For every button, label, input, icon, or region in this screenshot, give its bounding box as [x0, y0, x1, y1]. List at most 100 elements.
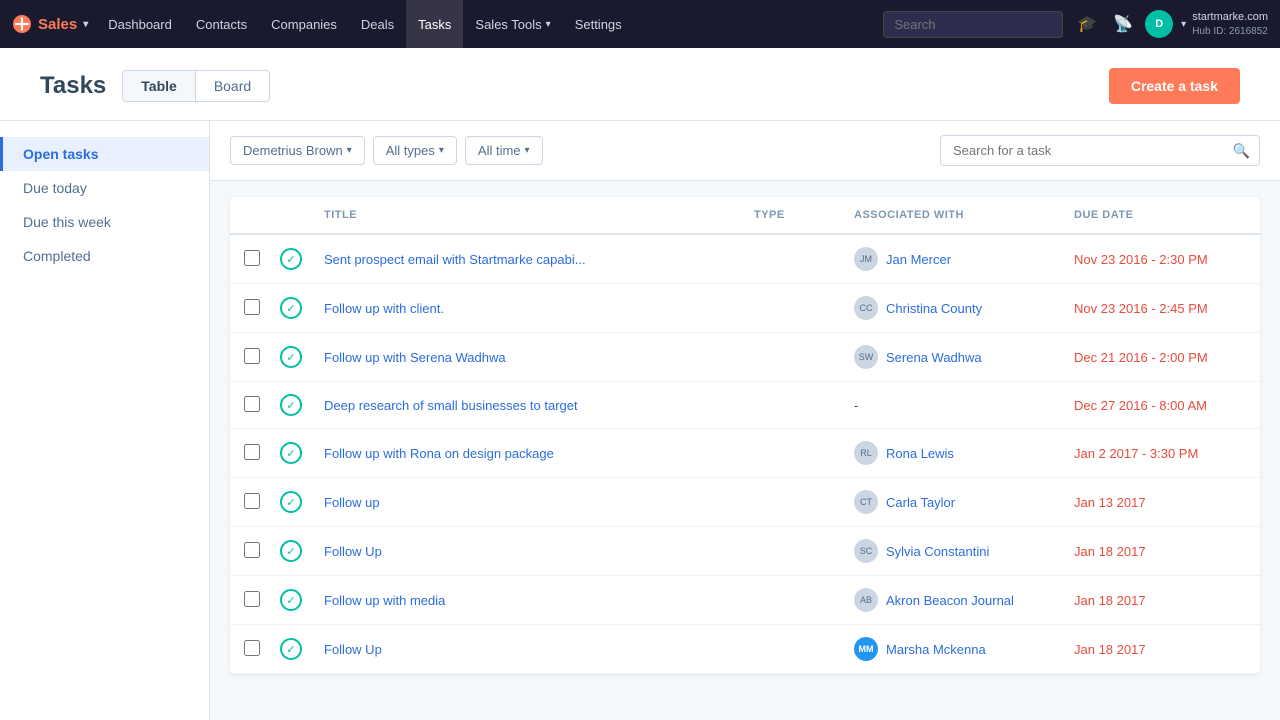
avatar: CC: [854, 296, 878, 320]
task-status-icon[interactable]: ✓: [280, 346, 302, 368]
sidebar: Open tasks Due today Due this week Compl…: [0, 121, 210, 720]
create-task-button[interactable]: Create a task: [1109, 68, 1240, 104]
task-title-link[interactable]: Follow up with media: [324, 593, 445, 608]
task-status-icon[interactable]: ✓: [280, 442, 302, 464]
sidebar-item-open-tasks[interactable]: Open tasks: [0, 137, 209, 171]
table-row: ✓ Follow up CT Carla Taylor Jan 13 2017: [230, 478, 1260, 527]
main-body: Open tasks Due today Due this week Compl…: [0, 121, 1280, 720]
sidebar-item-due-today[interactable]: Due today: [0, 171, 209, 205]
tab-board[interactable]: Board: [196, 71, 269, 101]
task-checkbox[interactable]: [244, 591, 260, 607]
task-checkbox[interactable]: [244, 444, 260, 460]
search-icon: 🔍: [1233, 142, 1250, 159]
nav-item-companies[interactable]: Companies: [259, 0, 349, 48]
profile-avatar-btn[interactable]: D: [1145, 10, 1173, 38]
filter-time-button[interactable]: All time ▾: [465, 136, 543, 165]
associated-name-link[interactable]: Sylvia Constantini: [886, 544, 989, 559]
task-status-icon[interactable]: ✓: [280, 248, 302, 270]
sales-tools-chevron-icon: ▾: [546, 19, 551, 30]
task-type: [740, 333, 840, 382]
associated-name-link[interactable]: Serena Wadhwa: [886, 350, 982, 365]
nav-item-sales-tools[interactable]: Sales Tools ▾: [463, 0, 562, 48]
avatar: AB: [854, 588, 878, 612]
task-type: [740, 382, 840, 429]
task-title-link[interactable]: Follow up: [324, 495, 380, 510]
associated-name-link[interactable]: Jan Mercer: [886, 252, 951, 267]
task-status-icon[interactable]: ✓: [280, 491, 302, 513]
associated-name-link[interactable]: Christina County: [886, 301, 982, 316]
nav-item-dashboard[interactable]: Dashboard: [96, 0, 184, 48]
hubspot-icon: [12, 14, 32, 34]
help-icon[interactable]: 🎓: [1073, 10, 1101, 38]
chevron-account-icon: ▾: [1181, 19, 1186, 30]
col-title: TITLE: [310, 197, 740, 234]
task-checkbox[interactable]: [244, 348, 260, 364]
task-status-icon[interactable]: ✓: [280, 638, 302, 660]
table-wrapper: TITLE TYPE ASSOCIATED WITH DUE DATE ✓Sen…: [210, 181, 1280, 720]
nav-item-settings[interactable]: Settings: [563, 0, 634, 48]
task-due-date: Jan 2 2017 - 3:30 PM: [1060, 429, 1260, 478]
task-checkbox[interactable]: [244, 493, 260, 509]
content-area: Demetrius Brown ▾ All types ▾ All time ▾…: [210, 121, 1280, 720]
table-row: ✓Follow UpMMMarsha MckennaJan 18 2017: [230, 625, 1260, 674]
search-task-input[interactable]: [940, 135, 1260, 166]
page-header: Tasks Table Board Create a task: [0, 48, 1280, 121]
associated-name-link[interactable]: Carla Taylor: [886, 495, 955, 510]
nav-item-deals[interactable]: Deals: [349, 0, 406, 48]
task-associated: JMJan Mercer: [840, 234, 1060, 284]
task-status-icon[interactable]: ✓: [280, 297, 302, 319]
page-title: Tasks: [40, 72, 106, 100]
owner-chevron-icon: ▾: [347, 145, 352, 156]
filter-type-button[interactable]: All types ▾: [373, 136, 457, 165]
task-status-icon[interactable]: ✓: [280, 394, 302, 416]
search-task-wrapper: 🔍: [940, 135, 1260, 166]
task-title-link[interactable]: Follow Up: [324, 642, 382, 657]
associated-name-link[interactable]: Akron Beacon Journal: [886, 593, 1014, 608]
task-title-link[interactable]: Follow up with client.: [324, 301, 444, 316]
task-due-date: Jan 18 2017: [1060, 576, 1260, 625]
task-status-icon[interactable]: ✓: [280, 589, 302, 611]
task-status-icon[interactable]: ✓: [280, 540, 302, 562]
filter-owner-button[interactable]: Demetrius Brown ▾: [230, 136, 365, 165]
task-associated: RL Rona Lewis: [840, 429, 1060, 478]
avatar: CT: [854, 490, 878, 514]
task-due-date: Jan 18 2017: [1060, 527, 1260, 576]
task-associated: -: [840, 382, 1060, 429]
task-title-link[interactable]: Follow Up: [324, 544, 382, 559]
associated-name-link[interactable]: Rona Lewis: [886, 446, 954, 461]
task-title-link[interactable]: Follow up with Serena Wadhwa: [324, 350, 506, 365]
task-due-date: Jan 13 2017: [1060, 478, 1260, 527]
task-type: [740, 478, 840, 527]
avatar: RL: [854, 441, 878, 465]
col-due-date: DUE DATE: [1060, 197, 1260, 234]
tasks-table: TITLE TYPE ASSOCIATED WITH DUE DATE ✓Sen…: [230, 197, 1260, 674]
sidebar-item-due-this-week[interactable]: Due this week: [0, 205, 209, 239]
task-title-link[interactable]: Follow up with Rona on design package: [324, 446, 554, 461]
task-due-date: Nov 23 2016 - 2:45 PM: [1060, 284, 1260, 333]
nav-item-contacts[interactable]: Contacts: [184, 0, 259, 48]
nav-search-input[interactable]: [883, 11, 1063, 38]
type-chevron-icon: ▾: [439, 145, 444, 156]
top-nav: Sales ▾ Dashboard Contacts Companies Dea…: [0, 0, 1280, 48]
task-checkbox[interactable]: [244, 250, 260, 266]
col-status: [274, 197, 310, 234]
associated-name-link[interactable]: Marsha Mckenna: [886, 642, 986, 657]
tab-table[interactable]: Table: [123, 71, 196, 101]
avatar: SC: [854, 539, 878, 563]
task-checkbox[interactable]: [244, 396, 260, 412]
task-title-link[interactable]: Sent prospect email with Startmarke capa…: [324, 252, 586, 267]
nav-item-tasks[interactable]: Tasks: [406, 0, 463, 48]
task-checkbox[interactable]: [244, 299, 260, 315]
task-type: [740, 625, 840, 674]
task-checkbox[interactable]: [244, 542, 260, 558]
brand-logo[interactable]: Sales ▾: [12, 14, 88, 34]
nav-profile-info[interactable]: startmarke.com Hub ID: 2616852: [1192, 10, 1268, 37]
notifications-icon[interactable]: 📡: [1109, 10, 1137, 38]
task-title-link[interactable]: Deep research of small businesses to tar…: [324, 398, 578, 413]
task-associated: SC Sylvia Constantini: [840, 527, 1060, 576]
task-checkbox[interactable]: [244, 640, 260, 656]
task-type: [740, 234, 840, 284]
sidebar-item-completed[interactable]: Completed: [0, 239, 209, 273]
task-associated: MMMarsha Mckenna: [840, 625, 1060, 674]
task-type: [740, 429, 840, 478]
